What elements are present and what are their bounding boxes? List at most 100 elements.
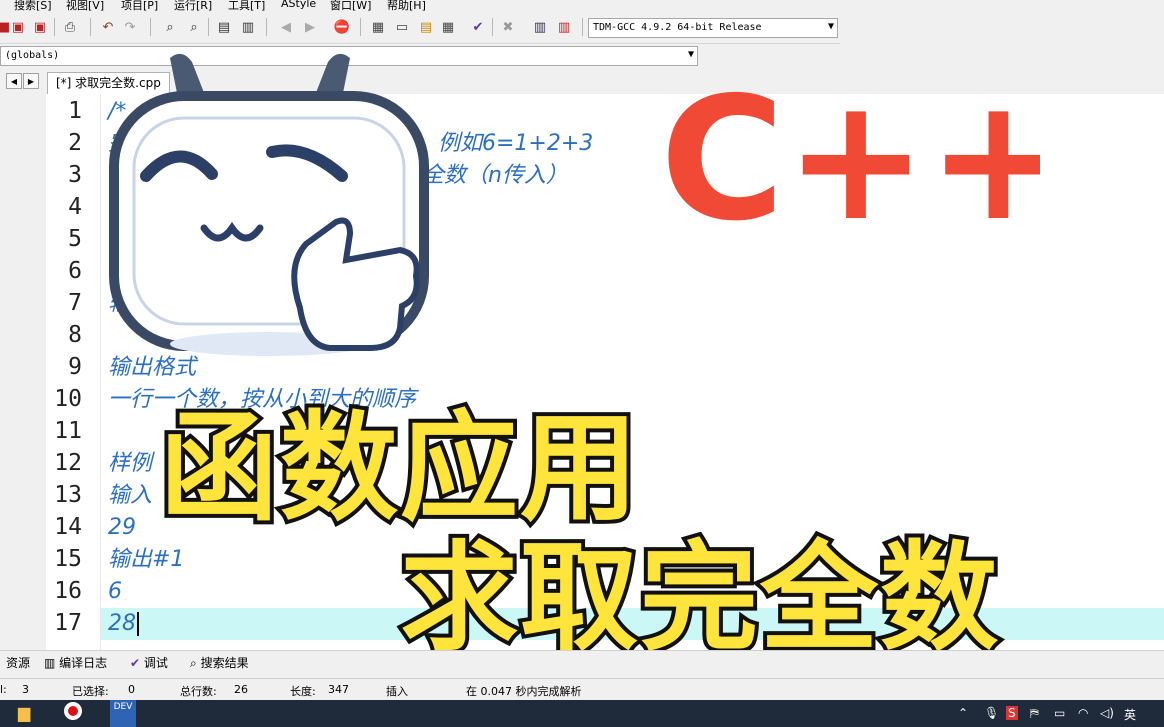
check-icon[interactable]: ✔ — [468, 17, 488, 37]
status-total: 26 — [234, 683, 248, 696]
menu-view[interactable]: 视图[V] — [66, 0, 104, 13]
delete-icon[interactable]: ✖ — [498, 17, 518, 37]
menu-window[interactable]: 窗口[W] — [330, 0, 371, 13]
compiler-select[interactable]: TDM-GCC 4.9.2 64-bit Release ▼ — [588, 18, 838, 38]
menu-astyle[interactable]: AStyle — [281, 0, 316, 10]
text-cursor — [137, 612, 139, 636]
code-line: 输出#1 — [108, 544, 184, 576]
line-number: 17 — [54, 610, 82, 636]
toolbar-divider — [360, 18, 361, 36]
status-parse: 在 0.047 秒内完成解析 — [466, 685, 582, 698]
status-total-label: 总行数: — [180, 685, 217, 698]
tab-scroll-left-icon[interactable]: ◀ — [6, 73, 22, 89]
line-number: 15 — [54, 546, 82, 572]
tab-resources[interactable]: 资源 — [6, 654, 30, 672]
overlay-title-line2: 求取完全数 — [396, 525, 1002, 671]
run-icon[interactable]: ▥ — [238, 17, 258, 37]
tab-scroll-right-icon[interactable]: ▶ — [23, 73, 39, 89]
close-project-icon[interactable]: ▣ — [30, 17, 50, 37]
wifi-icon[interactable]: ◠ — [1078, 706, 1088, 720]
cpp-logo-text: C++ — [660, 78, 1040, 259]
undo-icon[interactable]: ↶ — [98, 17, 118, 37]
toolbar-divider — [208, 18, 209, 36]
code-line: 29 — [108, 512, 136, 544]
mascot-image — [109, 53, 429, 356]
volume-icon[interactable]: ◁) — [1100, 706, 1114, 720]
code-line-text: 6 — [108, 579, 122, 604]
menu-bar: 搜索[S] 视图[V] 项目[P] 运行[R] 工具[T] AStyle 窗口[… — [0, 0, 1164, 13]
toolbar-divider — [492, 18, 493, 36]
profile-icon[interactable]: ▥ — [554, 17, 574, 37]
line-number: 7 — [68, 290, 82, 316]
window-icon[interactable]: ▭ — [392, 17, 412, 37]
bottom-panel-tabs: 资源 ▥ 编译日志 ✔ 调试 ⌕ 搜索结果 — [0, 650, 1164, 675]
ime-icon[interactable]: ⛿ — [1030, 706, 1039, 721]
line-number: 14 — [54, 514, 82, 540]
overlay-title-line1: 函数应用 — [156, 395, 642, 541]
sogou-icon[interactable]: S — [1006, 706, 1018, 720]
code-line-text: 样例 — [108, 451, 153, 476]
tab-debug[interactable]: ✔ 调试 — [130, 654, 168, 672]
project-panel — [0, 94, 46, 650]
code-line-text: 29 — [108, 515, 136, 540]
status-selected-label: 已选择: — [72, 685, 109, 698]
menu-project[interactable]: 项目[P] — [121, 0, 158, 13]
cpp-logo: C++ — [660, 78, 1040, 259]
chevron-up-icon[interactable]: ⌃ — [958, 706, 968, 720]
taskbar: ▆ DEV ⌃ 🎙 S ⛿ ▭ ◠ ◁) 英 — [0, 700, 1164, 727]
forward-icon[interactable]: ▶ — [300, 17, 320, 37]
code-line: 6 — [108, 576, 122, 608]
line-number: 16 — [54, 578, 82, 604]
line-number: 11 — [54, 418, 82, 444]
line-number: 12 — [54, 450, 82, 476]
redo-icon[interactable]: ↷ — [120, 17, 140, 37]
status-bar: l: 3 已选择: 0 总行数: 26 长度: 347 插入 在 0.047 秒… — [0, 678, 1164, 701]
line-number: 6 — [68, 258, 82, 284]
replace-icon[interactable]: ⌕ — [184, 17, 204, 37]
back-icon[interactable]: ◀ — [276, 17, 296, 37]
microphone-icon[interactable]: 🎙 — [984, 706, 999, 720]
close-file-icon[interactable]: ▣ — [8, 17, 28, 37]
find-icon[interactable]: ⌕ — [160, 17, 180, 37]
layout-icon[interactable]: ▤ — [416, 17, 436, 37]
code-line: 样例 — [108, 448, 152, 480]
debug-icon: ✔ — [130, 656, 141, 670]
menu-search[interactable]: 搜索[S] — [14, 0, 52, 13]
search-results-icon: ⌕ — [190, 656, 197, 670]
menu-help[interactable]: 帮助[H] — [387, 0, 426, 13]
ime-language[interactable]: 英 — [1124, 706, 1136, 723]
compile-log-icon: ▥ — [44, 656, 56, 670]
devcpp-icon[interactable]: DEV — [110, 700, 136, 727]
tab-debug-label: 调试 — [143, 656, 168, 670]
stop-icon[interactable]: ⛔ — [332, 17, 352, 37]
line-gutter: 1 2 3 4 5 6 7 8 9 10 11 12 13 14 15 16 17 — [46, 94, 101, 650]
battery-icon[interactable]: ▭ — [1054, 706, 1065, 720]
tab-compile-log[interactable]: ▥ 编译日志 — [44, 654, 107, 672]
chart-icon[interactable]: ▥ — [530, 17, 550, 37]
code-line: 28 — [108, 608, 139, 640]
toolbar-divider — [54, 18, 55, 36]
status-mode: 插入 — [386, 685, 408, 698]
new-class-icon[interactable]: ▦ — [368, 17, 388, 37]
code-line-text: 输入 — [108, 483, 153, 508]
code-line-text: 输出#1 — [108, 547, 185, 572]
line-number: 2 — [68, 130, 82, 156]
tab-search-results-label: 搜索结果 — [200, 656, 249, 670]
toolbar-divider — [90, 18, 91, 36]
record-icon[interactable] — [64, 702, 82, 723]
menu-tools[interactable]: 工具[T] — [228, 0, 265, 13]
line-number: 10 — [54, 386, 82, 412]
tab-search-results[interactable]: ⌕ 搜索结果 — [190, 654, 249, 672]
code-line-text: 28 — [108, 611, 136, 636]
folder-icon[interactable]: ▆ — [18, 703, 30, 722]
print-icon[interactable]: ⎙ — [60, 17, 80, 37]
line-number: 9 — [68, 354, 82, 380]
chevron-down-icon: ▼ — [827, 21, 834, 32]
line-number: 13 — [54, 482, 82, 508]
compile-icon[interactable]: ▤ — [214, 17, 234, 37]
menu-run[interactable]: 运行[R] — [174, 0, 212, 13]
line-number: 5 — [68, 226, 82, 252]
code-line: 输入 — [108, 480, 152, 512]
status-length-label: 长度: — [290, 685, 316, 698]
grid-icon[interactable]: ▦ — [438, 17, 458, 37]
